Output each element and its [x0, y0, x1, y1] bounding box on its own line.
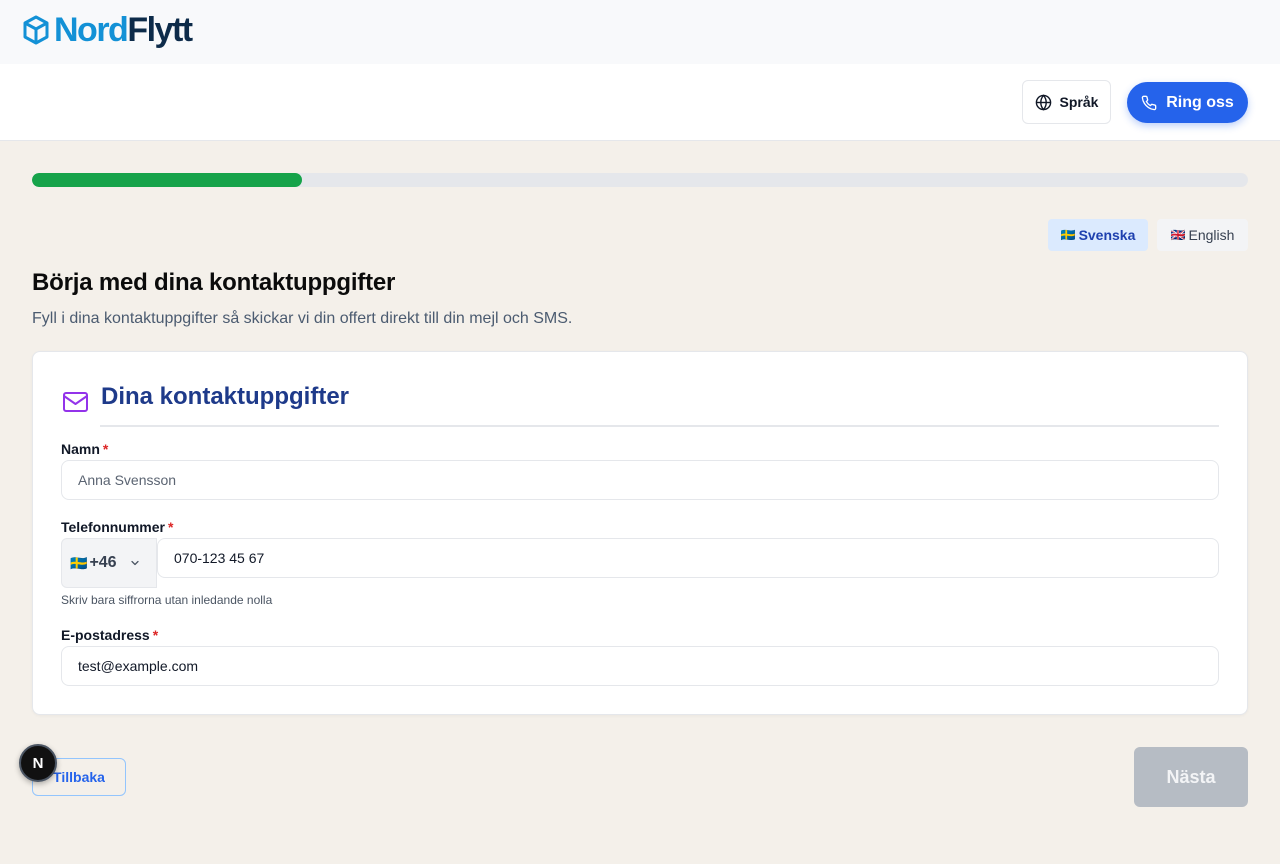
- page-title: Börja med dina kontaktuppgifter: [32, 269, 396, 296]
- required-mark: *: [102, 441, 109, 457]
- logo-text-nord: Nord: [54, 11, 129, 49]
- email-label: E-postadress *: [61, 627, 158, 643]
- name-label: Namn *: [61, 441, 108, 457]
- name-label-text: Namn: [61, 441, 100, 457]
- logo-text: NordFlytt: [54, 11, 193, 49]
- sweden-flag-icon: 🇸🇪: [70, 554, 88, 571]
- required-mark: *: [152, 627, 159, 643]
- language-button[interactable]: Språk: [1022, 80, 1111, 124]
- language-button-label: Språk: [1059, 94, 1099, 110]
- email-input-value: test@example.com: [78, 658, 199, 674]
- name-input-placeholder: Anna Svensson: [78, 472, 177, 488]
- call-button[interactable]: Ring oss: [1127, 82, 1248, 123]
- dev-tools-badge[interactable]: N: [19, 744, 57, 782]
- email-label-text: E-postadress: [61, 627, 150, 643]
- phone-icon: [1141, 95, 1157, 110]
- language-option-label: Svenska: [1078, 227, 1136, 243]
- box-icon: [23, 15, 49, 45]
- card-title: Dina kontaktuppgifter: [101, 383, 350, 410]
- required-mark: *: [167, 519, 174, 535]
- uk-flag-icon: 🇬🇧: [1170, 228, 1186, 242]
- progress-bar: [32, 173, 1248, 187]
- next-button[interactable]: Nästa: [1134, 747, 1248, 807]
- language-option-svenska[interactable]: 🇸🇪 Svenska: [1048, 219, 1148, 251]
- language-option-english[interactable]: 🇬🇧 English: [1157, 219, 1248, 251]
- globe-icon: [1035, 93, 1051, 111]
- progress-bar-fill: [32, 173, 302, 187]
- language-option-label: English: [1188, 227, 1235, 243]
- country-code-value: +46: [89, 554, 117, 571]
- sweden-flag-icon: 🇸🇪: [1060, 228, 1076, 242]
- contact-card: Dina kontaktuppgifter Namn * Anna Svensso…: [32, 351, 1248, 715]
- logo[interactable]: NordFlytt: [22, 11, 193, 49]
- page-subtitle: Fyll i dina kontaktuppgifter så skickar …: [32, 310, 573, 327]
- email-input[interactable]: test@example.com: [61, 646, 1219, 686]
- country-code-select[interactable]: 🇸🇪 +46: [61, 538, 157, 588]
- phone-input-value: 070-123 45 67: [174, 550, 265, 566]
- mail-icon: [63, 392, 88, 412]
- phone-label-text: Telefonnummer: [61, 519, 165, 535]
- name-input[interactable]: Anna Svensson: [61, 460, 1219, 500]
- divider: [100, 425, 1219, 427]
- call-button-label: Ring oss: [1166, 93, 1234, 111]
- brand-bar: NordFlytt: [0, 0, 1280, 64]
- header: Språk Ring oss: [0, 64, 1280, 141]
- logo-text-flytt: Flytt: [127, 11, 193, 49]
- chevron-down-icon: [129, 557, 141, 569]
- phone-label: Telefonnummer *: [61, 519, 173, 535]
- phone-input[interactable]: 070-123 45 67: [157, 538, 1219, 578]
- phone-helper-text: Skriv bara siffrorna utan inledande noll…: [61, 593, 273, 607]
